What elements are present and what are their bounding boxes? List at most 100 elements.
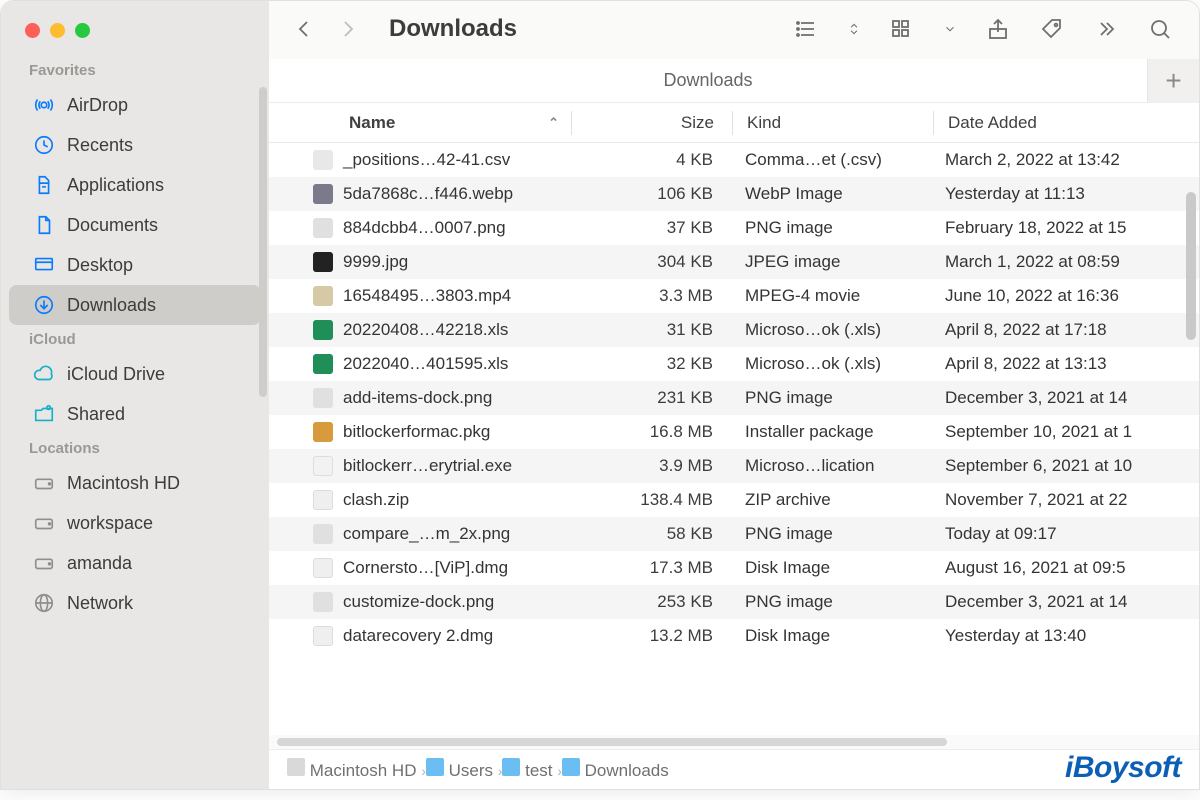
- file-name: datarecovery 2.dmg: [343, 626, 493, 646]
- file-kind: PNG image: [731, 388, 931, 408]
- zoom-window-button[interactable]: [75, 23, 90, 38]
- path-segment[interactable]: test: [520, 761, 557, 780]
- sidebar-item-amanda[interactable]: amanda: [9, 543, 261, 583]
- disk-icon: [33, 512, 55, 534]
- sidebar-item-workspace[interactable]: workspace: [9, 503, 261, 543]
- sidebar-item-macintosh-hd[interactable]: Macintosh HD: [9, 463, 261, 503]
- sidebar-item-label: Shared: [67, 404, 125, 425]
- group-by-button[interactable]: [889, 16, 915, 42]
- file-date: April 8, 2022 at 17:18: [931, 320, 1199, 340]
- file-kind: Installer package: [731, 422, 931, 442]
- file-type-icon: [313, 626, 333, 646]
- forward-button[interactable]: [335, 16, 361, 42]
- new-tab-button[interactable]: +: [1147, 59, 1199, 103]
- file-kind: MPEG-4 movie: [731, 286, 931, 306]
- file-date: September 6, 2021 at 10: [931, 456, 1199, 476]
- path-segment[interactable]: Users: [444, 761, 498, 780]
- file-size: 231 KB: [571, 388, 731, 408]
- sidebar-item-downloads[interactable]: Downloads: [9, 285, 261, 325]
- column-header-kind[interactable]: Kind: [733, 113, 933, 133]
- disk-icon: [33, 472, 55, 494]
- sidebar-scrollbar[interactable]: [259, 87, 267, 397]
- file-type-icon: [313, 490, 333, 510]
- folder-icon: [502, 758, 520, 776]
- table-row[interactable]: 5da7868c…f446.webp106 KBWebP ImageYester…: [269, 177, 1199, 211]
- file-type-icon: [313, 252, 333, 272]
- close-window-button[interactable]: [25, 23, 40, 38]
- file-list: _positions…42-41.csv4 KBComma…et (.csv)M…: [269, 143, 1199, 735]
- sidebar-item-documents[interactable]: Documents: [9, 205, 261, 245]
- file-type-icon: [313, 388, 333, 408]
- file-date: September 10, 2021 at 1: [931, 422, 1199, 442]
- vertical-scrollbar[interactable]: [1186, 192, 1196, 340]
- watermark-logo: iBoysoft: [1065, 751, 1181, 785]
- tab-bar: Downloads +: [269, 59, 1199, 103]
- table-row[interactable]: 2022040…401595.xls32 KBMicroso…ok (.xls)…: [269, 347, 1199, 381]
- file-size: 3.3 MB: [571, 286, 731, 306]
- file-type-icon: [313, 286, 333, 306]
- table-row[interactable]: clash.zip138.4 MBZIP archiveNovember 7, …: [269, 483, 1199, 517]
- sidebar-item-airdrop[interactable]: AirDrop: [9, 85, 261, 125]
- table-row[interactable]: Cornersto…[ViP].dmg17.3 MBDisk ImageAugu…: [269, 551, 1199, 585]
- sidebar-section-title: iCloud: [1, 325, 269, 354]
- file-type-icon: [313, 184, 333, 204]
- sidebar-item-recents[interactable]: Recents: [9, 125, 261, 165]
- file-size: 4 KB: [571, 150, 731, 170]
- file-name: add-items-dock.png: [343, 388, 492, 408]
- sidebar-section-title: Favorites: [1, 56, 269, 85]
- view-list-button[interactable]: [793, 16, 819, 42]
- horizontal-scrollbar-thumb[interactable]: [277, 738, 947, 746]
- sidebar-item-label: Applications: [67, 175, 164, 196]
- view-options-stepper[interactable]: [847, 16, 861, 42]
- back-button[interactable]: [291, 16, 317, 42]
- sidebar-item-shared[interactable]: Shared: [9, 394, 261, 434]
- file-name: 2022040…401595.xls: [343, 354, 508, 374]
- sidebar-item-label: Downloads: [67, 295, 156, 316]
- sidebar-item-desktop[interactable]: Desktop: [9, 245, 261, 285]
- horizontal-scrollbar[interactable]: [269, 735, 1199, 749]
- file-size: 31 KB: [571, 320, 731, 340]
- table-row[interactable]: bitlockerformac.pkg16.8 MBInstaller pack…: [269, 415, 1199, 449]
- sort-indicator-icon: ⌃: [548, 115, 559, 131]
- file-name: Cornersto…[ViP].dmg: [343, 558, 508, 578]
- table-row[interactable]: 16548495…3803.mp43.3 MBMPEG-4 movieJune …: [269, 279, 1199, 313]
- sidebar-item-icloud-drive[interactable]: iCloud Drive: [9, 354, 261, 394]
- table-row[interactable]: datarecovery 2.dmg13.2 MBDisk ImageYeste…: [269, 619, 1199, 653]
- column-header-size[interactable]: Size: [572, 113, 732, 133]
- sidebar-item-label: Recents: [67, 135, 133, 156]
- tags-button[interactable]: [1039, 16, 1065, 42]
- sidebar-item-network[interactable]: Network: [9, 583, 261, 623]
- overflow-button[interactable]: [1093, 16, 1119, 42]
- file-type-icon: [313, 218, 333, 238]
- column-header-date[interactable]: Date Added: [934, 113, 1199, 133]
- share-button[interactable]: [985, 16, 1011, 42]
- file-size: 37 KB: [571, 218, 731, 238]
- search-button[interactable]: [1147, 16, 1173, 42]
- file-name: bitlockerformac.pkg: [343, 422, 490, 442]
- group-by-chevron-icon[interactable]: [943, 16, 957, 42]
- table-row[interactable]: compare_…m_2x.png58 KBPNG imageToday at …: [269, 517, 1199, 551]
- table-row[interactable]: bitlockerr…erytrial.exe3.9 MBMicroso…lic…: [269, 449, 1199, 483]
- column-header-name[interactable]: Name ⌃: [269, 113, 571, 133]
- minimize-window-button[interactable]: [50, 23, 65, 38]
- file-kind: JPEG image: [731, 252, 931, 272]
- file-type-icon: [313, 558, 333, 578]
- path-segment[interactable]: Macintosh HD: [305, 761, 421, 780]
- path-segment[interactable]: Downloads: [580, 761, 669, 780]
- file-kind: Microso…ok (.xls): [731, 320, 931, 340]
- globe-icon: [33, 592, 55, 614]
- table-row[interactable]: add-items-dock.png231 KBPNG imageDecembe…: [269, 381, 1199, 415]
- table-row[interactable]: 884dcbb4…0007.png37 KBPNG imageFebruary …: [269, 211, 1199, 245]
- table-row[interactable]: _positions…42-41.csv4 KBComma…et (.csv)M…: [269, 143, 1199, 177]
- file-type-icon: [313, 422, 333, 442]
- finder-window: FavoritesAirDrop Recents Applications Docum…: [0, 0, 1200, 790]
- file-date: November 7, 2021 at 22: [931, 490, 1199, 510]
- table-row[interactable]: 9999.jpg304 KBJPEG imageMarch 1, 2022 at…: [269, 245, 1199, 279]
- main-pane: Downloads: [269, 1, 1199, 789]
- table-row[interactable]: 20220408…42218.xls31 KBMicroso…ok (.xls)…: [269, 313, 1199, 347]
- active-tab-label[interactable]: Downloads: [269, 70, 1147, 91]
- table-row[interactable]: customize-dock.png253 KBPNG imageDecembe…: [269, 585, 1199, 619]
- file-date: August 16, 2021 at 09:5: [931, 558, 1199, 578]
- sidebar-item-applications[interactable]: Applications: [9, 165, 261, 205]
- table-header: Name ⌃ Size Kind Date Added: [269, 103, 1199, 143]
